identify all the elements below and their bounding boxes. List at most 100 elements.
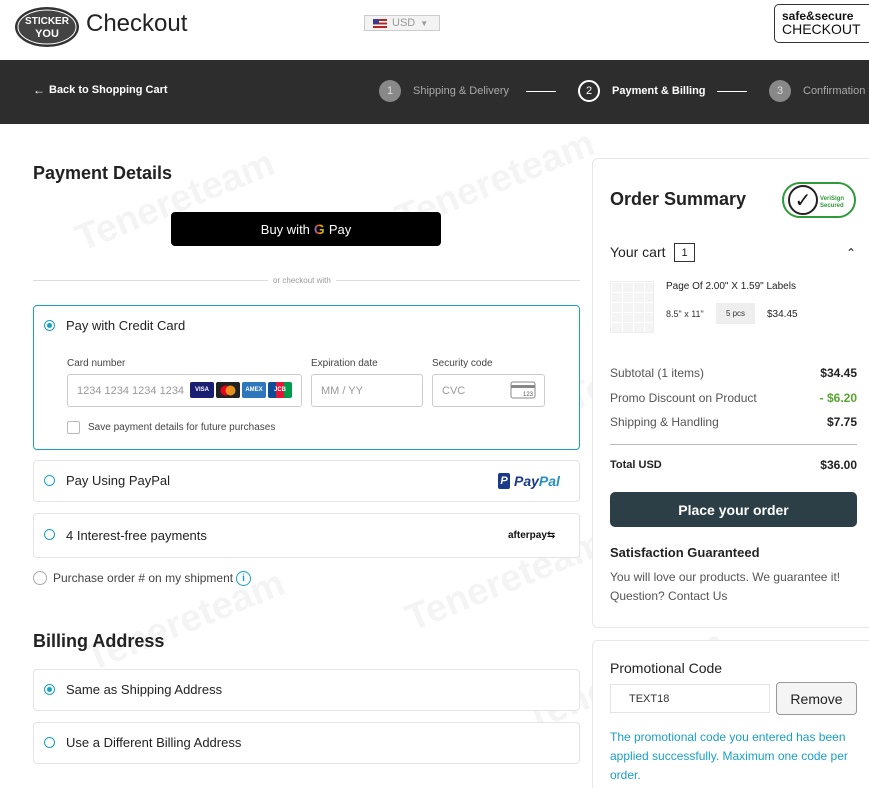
visa-icon: VISA: [190, 382, 214, 398]
satisfaction-title: Satisfaction Guaranteed: [610, 545, 760, 560]
afterpay-label: 4 Interest-free payments: [66, 528, 207, 543]
contact-us-link[interactable]: Question? Contact Us: [610, 589, 727, 603]
step-shipping[interactable]: 1 Shipping & Delivery: [379, 80, 509, 102]
info-icon[interactable]: i: [236, 571, 251, 586]
gpay-pay: Pay: [328, 221, 352, 237]
step-connector: [526, 91, 556, 92]
paypal-logo: P PayPal: [498, 473, 560, 489]
google-pay-button[interactable]: Buy with G Pay: [171, 212, 441, 246]
satisfaction-text: You will love our products. We guarantee…: [610, 570, 841, 584]
checkout-page: Tenereteam Tenereteam Tenereteam Teneret…: [0, 0, 869, 788]
step-number: 1: [379, 80, 401, 102]
google-g-icon: G: [313, 221, 325, 237]
us-flag-icon: [373, 18, 387, 28]
step-label: Confirmation: [803, 85, 866, 97]
credit-card-label: Pay with Credit Card: [66, 318, 186, 333]
product-name: Page Of 2.00" X 1.59" Labels: [666, 281, 796, 292]
divider-text: or checkout with: [268, 276, 336, 285]
billing-address-title: Billing Address: [33, 631, 165, 651]
step-number: 2: [578, 80, 600, 102]
paypal-label: Pay Using PayPal: [66, 473, 171, 488]
site-header: STICKER YOU Checkout USD ▼ safe&secure C…: [0, 0, 869, 60]
your-cart-label[interactable]: Your cart: [610, 244, 666, 260]
cvc-card-icon: 123: [510, 381, 536, 399]
place-order-button[interactable]: Place your order: [610, 492, 857, 527]
product-size: 8.5" x 11": [666, 309, 704, 319]
same-as-shipping-label: Same as Shipping Address: [66, 682, 223, 697]
expiration-input[interactable]: MM / YY: [311, 374, 423, 407]
secure-checkout-badge: safe&secure CHECKOUT: [774, 4, 869, 43]
checkmark-icon: ✓: [788, 185, 818, 215]
promo-code-input[interactable]: TEXT18: [610, 684, 770, 713]
promo-discount-label: Promo Discount on Product: [610, 391, 757, 405]
different-billing-label: Use a Different Billing Address: [66, 735, 242, 750]
cart-count-badge: 1: [674, 243, 695, 262]
credit-card-radio[interactable]: [44, 320, 55, 331]
secure-line2: CHECKOUT: [782, 21, 861, 37]
page-title: Checkout: [86, 10, 188, 37]
total-label: Total USD: [610, 459, 662, 471]
security-code-label: Security code: [432, 358, 493, 369]
step-connector: [717, 91, 747, 92]
step-payment[interactable]: 2 Payment & Billing: [578, 80, 706, 102]
paypal-logo-pal: Pal: [538, 473, 560, 489]
card-number-placeholder: 1234 1234 1234 1234: [77, 384, 185, 397]
summary-divider: [610, 444, 857, 445]
order-summary-title: Order Summary: [610, 189, 747, 209]
product-quantity: 5 pcs: [716, 303, 755, 324]
product-price: $34.45: [767, 309, 798, 320]
paypal-logo-pay: Pay: [514, 473, 539, 489]
sticker-you-logo[interactable]: STICKER YOU: [14, 5, 80, 49]
card-number-label: Card number: [67, 358, 126, 369]
total-value: $36.00: [820, 458, 857, 472]
save-payment-checkbox[interactable]: [67, 421, 80, 434]
svg-text:STICKER: STICKER: [25, 16, 70, 27]
verisign-badge: ✓ VeriSign Secured: [782, 182, 856, 218]
subtotal-label: Subtotal (1 items): [610, 366, 705, 380]
expiration-placeholder: MM / YY: [321, 384, 363, 397]
step-confirmation[interactable]: 3 Confirmation: [769, 80, 865, 102]
afterpay-logo-text: afterpay: [508, 530, 547, 541]
payment-details-title: Payment Details: [33, 163, 173, 183]
purchase-order-radio[interactable]: [33, 571, 47, 585]
mastercard-icon: [216, 382, 240, 398]
card-brands: VISA AMEX JCB: [190, 382, 292, 398]
back-to-cart-label: Back to Shopping Cart: [49, 84, 168, 96]
promo-discount-value: - $6.20: [819, 391, 857, 405]
jcb-icon: JCB: [268, 382, 292, 398]
checkout-steps-bar: ← Back to Shopping Cart 1 Shipping & Del…: [0, 60, 869, 124]
security-code-placeholder: CVC: [442, 384, 466, 397]
currency-select[interactable]: USD ▼: [364, 15, 440, 31]
chevron-up-icon[interactable]: ⌃: [846, 246, 856, 260]
shipping-value: $7.75: [826, 415, 857, 429]
paypal-radio[interactable]: [44, 475, 55, 486]
back-to-cart-link[interactable]: ← Back to Shopping Cart: [33, 83, 168, 97]
promo-code-title: Promotional Code: [610, 660, 723, 676]
afterpay-logo: afterpay⇆: [508, 530, 555, 541]
gpay-label: Buy with: [260, 221, 310, 237]
svg-text:YOU: YOU: [35, 28, 59, 40]
afterpay-radio[interactable]: [44, 529, 55, 540]
purchase-order-label: Purchase order # on my shipment: [53, 571, 234, 585]
chevron-down-icon: ▼: [420, 18, 429, 28]
verisign-line2: Secured: [820, 203, 844, 209]
save-payment-label: Save payment details for future purchase…: [88, 422, 276, 433]
verisign-text: VeriSign Secured: [820, 196, 844, 210]
arrow-left-icon: ←: [33, 83, 45, 97]
subtotal-value: $34.45: [820, 366, 857, 380]
svg-text:123: 123: [523, 392, 534, 398]
verisign-line1: VeriSign: [820, 196, 845, 202]
amex-icon: AMEX: [242, 382, 266, 398]
paypal-icon: P: [498, 473, 510, 489]
expiration-label: Expiration date: [311, 358, 378, 369]
product-thumbnail: [610, 281, 654, 333]
different-billing-radio[interactable]: [44, 737, 55, 748]
remove-promo-button[interactable]: Remove: [776, 682, 857, 715]
step-number: 3: [769, 80, 791, 102]
step-label: Shipping & Delivery: [413, 85, 509, 97]
step-label: Payment & Billing: [612, 85, 706, 97]
afterpay-arrows-icon: ⇆: [546, 530, 556, 541]
promo-success-message: The promotional code you entered has bee…: [610, 730, 848, 782]
currency-value: USD: [392, 17, 416, 29]
same-as-shipping-radio[interactable]: [44, 684, 55, 695]
